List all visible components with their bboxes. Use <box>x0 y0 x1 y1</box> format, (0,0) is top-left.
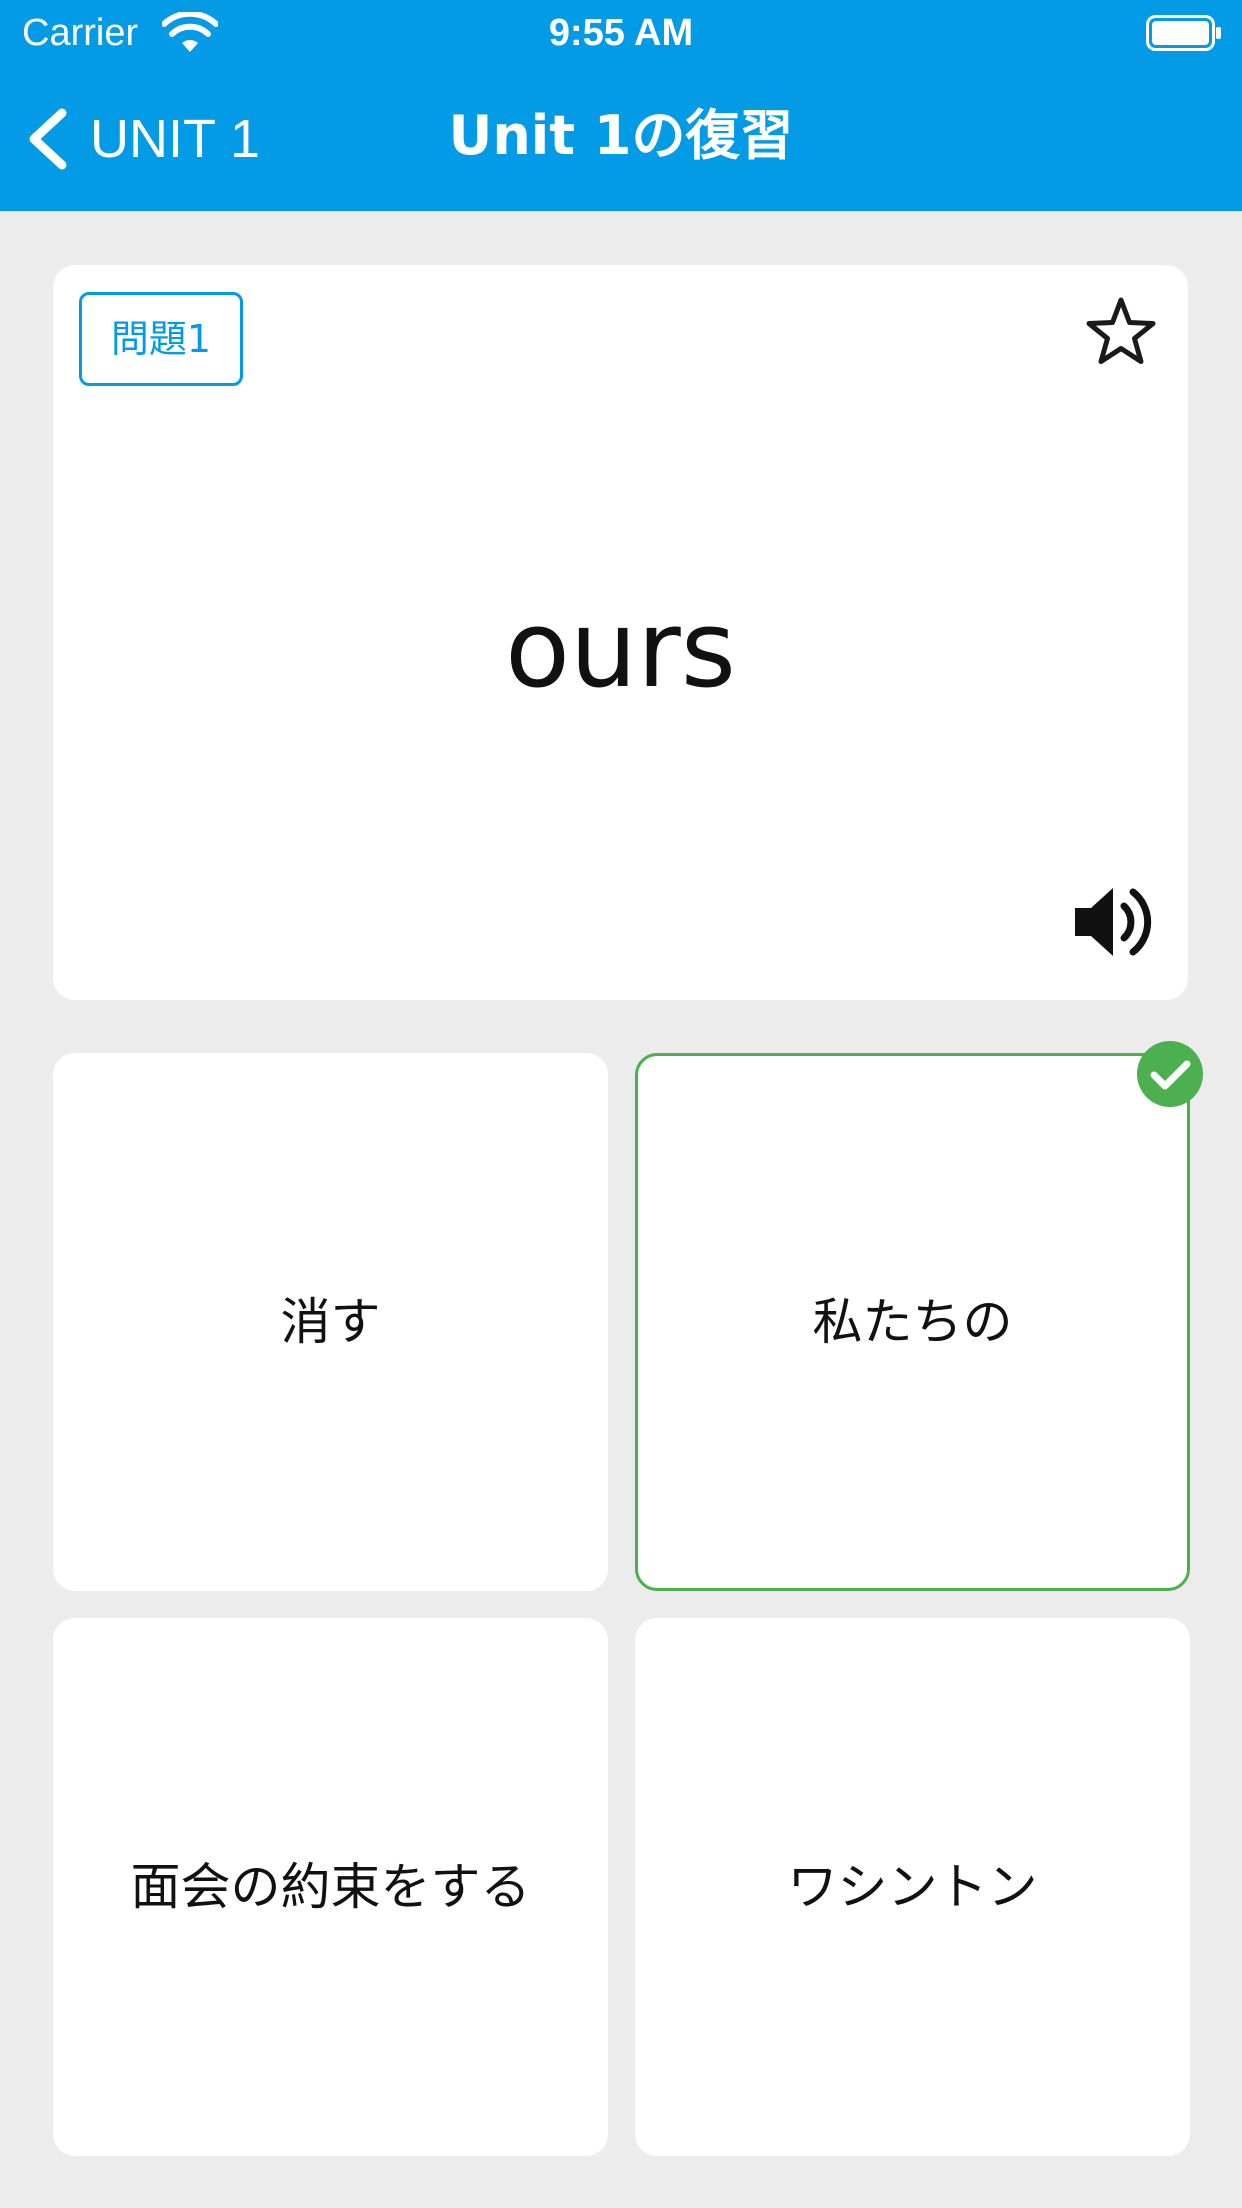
answer-option-1[interactable]: 消す <box>53 1053 608 1591</box>
question-number-badge: 問題1 <box>79 292 243 386</box>
answer-option-label: 消す <box>280 1293 381 1351</box>
question-word: ours <box>505 588 736 711</box>
app-header: Carrier 9:55 AM UNIT 1 Unit 1の復習 <box>0 0 1242 211</box>
speaker-icon[interactable] <box>1069 878 1157 966</box>
navigation-bar: UNIT 1 Unit 1の復習 <box>0 66 1242 211</box>
battery-icon <box>1146 15 1221 51</box>
status-bar: Carrier 9:55 AM <box>0 0 1242 66</box>
answer-option-label: 面会の約束をする <box>130 1858 531 1916</box>
answer-option-4[interactable]: ワシントン <box>635 1618 1190 2156</box>
status-time: 9:55 AM <box>548 12 694 54</box>
check-circle-icon <box>1137 1041 1203 1107</box>
star-icon[interactable] <box>1083 294 1159 370</box>
answer-option-label: 私たちの <box>812 1293 1013 1351</box>
answer-option-label: ワシントン <box>787 1858 1038 1916</box>
question-card: 問題1 ours <box>53 265 1188 1000</box>
page-title: Unit 1の復習 <box>448 104 794 167</box>
answer-option-3[interactable]: 面会の約束をする <box>53 1618 608 2156</box>
answer-option-2-correct[interactable]: 私たちの <box>635 1053 1190 1591</box>
